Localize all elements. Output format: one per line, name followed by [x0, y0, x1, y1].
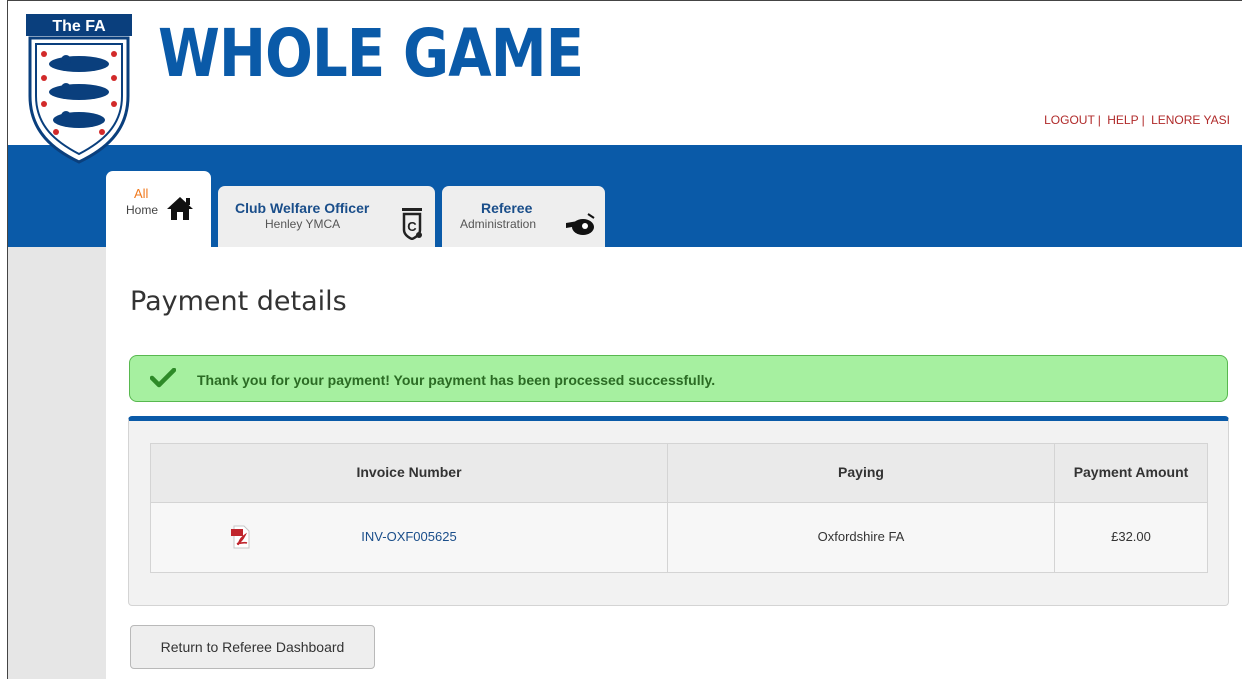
check-icon [150, 368, 176, 388]
column-header-invoice: Invoice Number [356, 464, 462, 480]
home-icon [167, 197, 193, 220]
table-header-row: Invoice Number Paying Payment Amount [151, 444, 1207, 503]
invoice-number-link[interactable]: INV-OXF005625 [361, 529, 456, 544]
logout-link[interactable]: LOGOUT [1044, 113, 1095, 127]
amount-cell: £32.00 [1111, 529, 1151, 544]
payment-panel: Invoice Number Paying Payment Amount INV… [128, 416, 1229, 606]
table-row: INV-OXF005625 Oxfordshire FA £32.00 [151, 503, 1207, 572]
tab-home-label-top: All [134, 186, 149, 201]
column-header-amount: Payment Amount [1073, 464, 1189, 480]
tab-cwo-label-bottom: Henley YMCA [265, 217, 341, 231]
fa-crest-logo[interactable]: The FA [26, 14, 132, 164]
column-divider [667, 444, 668, 572]
tab-club-welfare-officer[interactable]: Club Welfare Officer Henley YMCA C [218, 186, 435, 247]
svg-text:C: C [407, 219, 417, 234]
tab-home-label-bottom: Home [126, 203, 159, 217]
tab-cwo-label-top: Club Welfare Officer [235, 200, 370, 216]
invoice-cell: INV-OXF005625 [151, 529, 667, 544]
left-sidebar [8, 247, 106, 679]
payment-table: Invoice Number Paying Payment Amount INV… [150, 443, 1208, 573]
paying-cell: Oxfordshire FA [817, 529, 905, 544]
badge-icon: C [402, 208, 422, 240]
success-message: Thank you for your payment! Your payment… [197, 372, 716, 388]
user-links: LOGOUT | HELP | LENORE YASI [1044, 113, 1230, 127]
return-to-referee-dashboard-button[interactable]: Return to Referee Dashboard [130, 625, 375, 669]
tab-home[interactable]: All Home [106, 171, 211, 247]
success-alert: Thank you for your payment! Your payment… [129, 355, 1228, 402]
logo-text: The FA [52, 18, 106, 35]
user-name-link[interactable]: LENORE YASI [1151, 113, 1230, 127]
column-divider [1054, 444, 1055, 572]
help-link[interactable]: HELP [1107, 113, 1138, 127]
page-title: Payment details [130, 286, 347, 317]
tab-referee-administration[interactable]: Referee Administration [442, 186, 605, 247]
app-title: WHOLE GAME [158, 15, 584, 92]
separator: | [1141, 113, 1145, 127]
separator: | [1097, 113, 1101, 127]
tab-referee-label-bottom: Administration [460, 217, 537, 231]
whistle-icon [566, 213, 595, 235]
window-top-border [7, 0, 1242, 1]
tab-referee-label-top: Referee [481, 200, 533, 216]
column-header-paying: Paying [838, 464, 884, 480]
